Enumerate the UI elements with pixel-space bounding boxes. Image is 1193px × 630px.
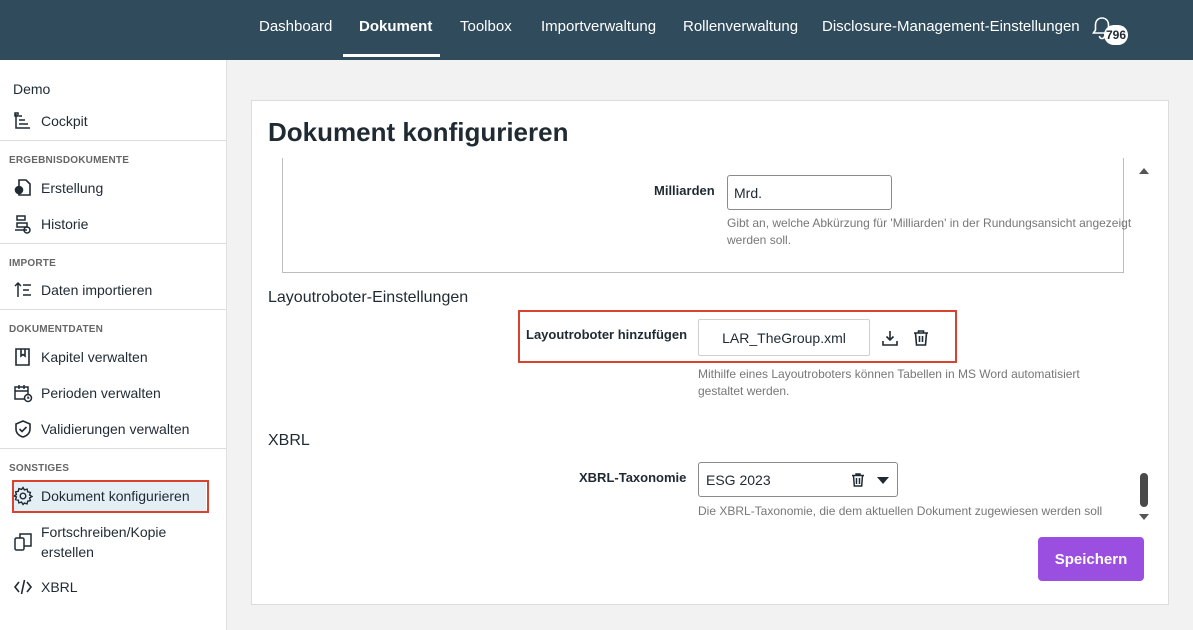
sidebar-item-daten-importieren[interactable]: Daten importieren (12, 275, 217, 305)
save-button[interactable]: Speichern (1038, 537, 1144, 581)
section-dokumentdaten: DOKUMENTDATEN (9, 324, 104, 335)
sidebar: Demo Cockpit ERGEBNISDOKUMENTE Erstellun… (0, 60, 227, 630)
import-sort-icon (12, 279, 34, 301)
nav-dashboard[interactable]: Dashboard (259, 18, 332, 35)
xbrl-taxonomie-select[interactable]: ESG 2023 (698, 462, 898, 497)
milliarden-hint: Gibt an, welche Abkürzung für 'Milliarde… (727, 216, 1132, 247)
xbrl-section-title: XBRL (268, 432, 310, 449)
section-sonstiges: SONSTIGES (9, 463, 70, 474)
book-icon (12, 346, 34, 368)
nav-disclosure-management-einstellungen[interactable]: Disclosure-Management-Einstellungen (822, 18, 1080, 35)
nav-toolbox[interactable]: Toolbox (460, 18, 512, 35)
sidebar-item-cockpit[interactable]: Cockpit (12, 106, 217, 136)
sidebar-item-fortschreiben-kopie[interactable]: Fortschreiben/Kopie erstellen (12, 521, 217, 563)
sidebar-highlight-frame (12, 480, 209, 513)
section-importe: IMPORTE (9, 258, 56, 269)
active-tab-indicator (343, 54, 440, 57)
milliarden-input[interactable] (727, 175, 892, 210)
scroll-down-arrow[interactable] (1139, 514, 1149, 520)
chevron-down-icon[interactable] (877, 477, 889, 484)
section-ergebnisdokumente: ERGEBNISDOKUMENTE (9, 155, 130, 166)
nav-importverwaltung[interactable]: Importverwaltung (541, 18, 656, 35)
sidebar-item-validierungen-verwalten[interactable]: Validierungen verwalten (12, 414, 217, 444)
sidebar-item-historie[interactable]: Historie (12, 209, 217, 239)
layoutroboter-hint: Mithilfe eines Layoutroboters können Tab… (698, 367, 1080, 398)
copy-icon (12, 531, 34, 553)
xbrl-taxonomie-label: XBRL-Taxonomie (579, 470, 687, 485)
organization-name: Demo (13, 81, 51, 97)
calendar-clock-icon (12, 382, 34, 404)
clear-selection-icon[interactable] (850, 472, 866, 488)
nav-dokument[interactable]: Dokument (359, 18, 432, 35)
history-list-icon (12, 213, 34, 235)
shield-check-icon (12, 418, 34, 440)
sidebar-item-xbrl[interactable]: XBRL (12, 572, 217, 602)
scroll-up-arrow[interactable] (1139, 168, 1149, 174)
nav-rollenverwaltung[interactable]: Rollenverwaltung (683, 18, 798, 35)
xbrl-taxonomie-value: ESG 2023 (706, 472, 771, 488)
layoutroboter-highlight-frame (518, 310, 957, 363)
layoutroboter-section-title: Layoutroboter-Einstellungen (268, 289, 469, 306)
sidebar-item-erstellung[interactable]: Erstellung (12, 173, 217, 203)
sidebar-item-kapitel-verwalten[interactable]: Kapitel verwalten (12, 342, 217, 372)
xbrl-taxonomie-hint: Die XBRL-Taxonomie, die dem aktuellen Do… (698, 504, 1103, 518)
milliarden-label: Milliarden (654, 183, 715, 198)
sidebar-item-perioden-verwalten[interactable]: Perioden verwalten (12, 378, 217, 408)
cockpit-icon (12, 110, 34, 132)
notification-badge: 796 (1104, 25, 1129, 45)
scrollbar-thumb[interactable] (1140, 473, 1148, 507)
code-icon (12, 576, 34, 598)
page-title: Dokument konfigurieren (268, 117, 569, 147)
top-navigation-bar: Dashboard Dokument Toolbox Importverwalt… (0, 0, 1193, 60)
document-edit-icon (12, 177, 34, 199)
